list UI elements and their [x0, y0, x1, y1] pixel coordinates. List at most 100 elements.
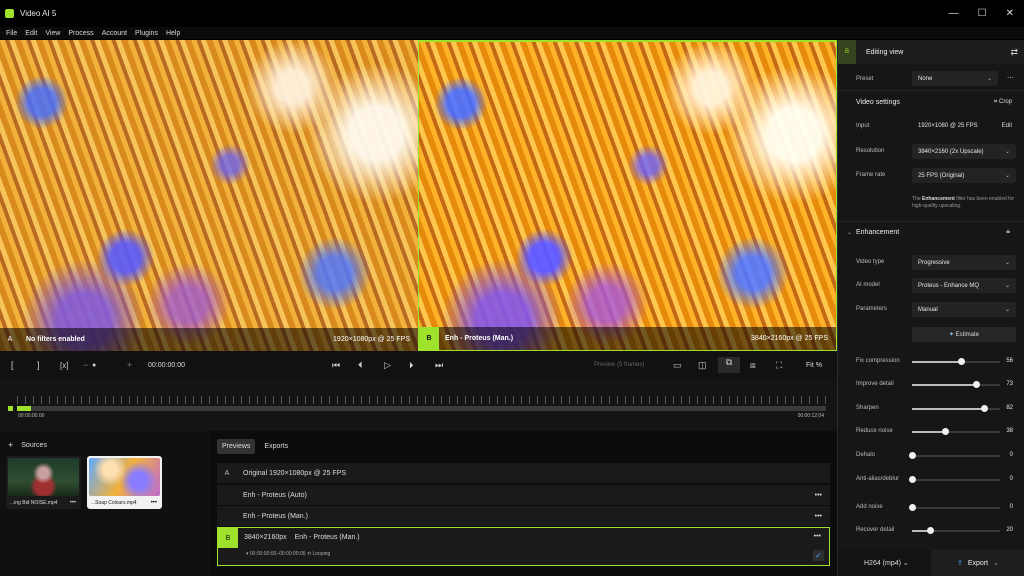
add-source-button[interactable]: +	[8, 440, 13, 450]
slider-value: 0	[1009, 476, 1013, 482]
preview-frames-select[interactable]: Preview (5 frames)	[594, 362, 644, 368]
close-icon[interactable]: ✕	[1006, 8, 1014, 19]
preview-row-selected[interactable]: B 3840×2160px Enh - Proteus (Man.) ••• ▾…	[217, 527, 830, 566]
menu-help[interactable]: Help	[166, 30, 180, 37]
preview-row-original[interactable]: A Original 1920×1080px @ 25 FPS	[217, 463, 830, 483]
mark-in-button[interactable]: [	[11, 360, 14, 370]
source-more-button[interactable]: •••	[151, 500, 157, 506]
slider-knob[interactable]	[909, 452, 916, 459]
row-more-button[interactable]: •••	[815, 492, 822, 499]
export-footer: H264 (mp4) ⌄ ⇪ Export ⌄	[838, 550, 1024, 576]
minimize-icon[interactable]: —	[949, 8, 959, 19]
source-image	[89, 458, 160, 496]
tab-previews[interactable]: Previews	[217, 439, 256, 454]
mark-out-button[interactable]: ]	[37, 360, 40, 370]
slider-track[interactable]	[909, 476, 1000, 483]
slider-knob[interactable]	[926, 527, 934, 534]
zoom-fit-select[interactable]: Fit %	[806, 362, 822, 369]
next-frame-icon[interactable]: ⏵	[409, 360, 414, 371]
parameters-select[interactable]: Manual ⌄	[912, 302, 1016, 317]
maximize-icon[interactable]: ☐	[978, 8, 987, 19]
slider-track[interactable]	[912, 381, 1000, 388]
source-thumbnail[interactable]: ...Soap Colours.mp4 •••	[87, 456, 162, 509]
slider-knob[interactable]	[973, 381, 981, 388]
slider-label: Fix compression	[856, 358, 900, 364]
codec-value: H264 (mp4)	[864, 560, 901, 567]
video-preview-area[interactable]: A No filters enabled 1920×1080px @ 25 FP…	[0, 40, 837, 351]
preset-label: Preset	[856, 76, 874, 82]
parameters-label: Parameters	[856, 306, 888, 312]
row-resolution: 3840×2160px	[244, 534, 287, 541]
preset-select[interactable]: None ⌄	[912, 71, 998, 86]
fullscreen-icon[interactable]: ⛶	[776, 360, 782, 371]
slider-track[interactable]	[912, 428, 1000, 435]
ai-model-select[interactable]: Proteus - Enhance MQ ⌄	[912, 278, 1016, 293]
source-thumbnail[interactable]: ...ing Bid NOISE.mp4 •••	[6, 456, 81, 509]
menu-process[interactable]: Process	[68, 30, 93, 37]
slider-knob[interactable]	[958, 358, 966, 365]
checkmark-icon[interactable]: ✓	[813, 550, 824, 561]
row-more-button[interactable]: •••	[814, 533, 821, 540]
slider-value: 73	[1006, 381, 1013, 387]
swap-icon[interactable]: ⇄	[1010, 47, 1018, 58]
slider-knob[interactable]	[942, 428, 950, 435]
play-icon[interactable]: ▷	[384, 360, 391, 371]
row-label: Original 1920×1080px @ 25 FPS	[243, 469, 347, 477]
zoom-in-button[interactable]: +	[127, 360, 132, 370]
preset-value: None	[918, 75, 933, 82]
menu-file[interactable]: File	[6, 30, 17, 37]
slider-knob[interactable]	[909, 476, 916, 483]
frame-rate-select[interactable]: 25 FPS (Original) ⌄	[912, 168, 1016, 183]
source-more-button[interactable]: •••	[70, 500, 76, 506]
zoom-slider-knob-icon[interactable]: ●	[92, 362, 96, 369]
clear-marks-button[interactable]: [x]	[60, 361, 68, 370]
video-type-select[interactable]: Progressive ⌄	[912, 255, 1016, 270]
slider-track[interactable]	[912, 527, 1000, 534]
ai-model-value: Proteus - Enhance MQ	[918, 282, 980, 289]
timeline-end: 00:00:12:04	[797, 413, 824, 419]
lock-icon[interactable]: 🔒︎	[1006, 228, 1010, 236]
row-range: ▾ 00:00:00:00–00:00:00:05 ⟲ Looping	[246, 551, 331, 557]
slider-label: Reduce noise	[856, 428, 893, 434]
skip-end-icon[interactable]: ⏭	[435, 360, 443, 371]
preview-enhanced[interactable]: B Enh - Proteus (Man.) 3840×2160px @ 25 …	[418, 40, 837, 351]
menu-plugins[interactable]: Plugins	[135, 30, 158, 37]
slider-label: Anti-alias/deblur	[856, 476, 900, 482]
slider-value: 82	[1006, 405, 1013, 411]
skip-start-icon[interactable]: ⏮	[332, 360, 340, 371]
preview-resolution: 3840×2160px @ 25 FPS	[751, 335, 828, 342]
slider-knob[interactable]	[981, 405, 989, 412]
preview-row[interactable]: Enh - Proteus (Auto) •••	[217, 485, 830, 505]
tab-exports[interactable]: Exports	[259, 439, 293, 454]
timeline-track[interactable]	[17, 406, 826, 411]
slider-track[interactable]	[912, 358, 1000, 365]
compare-icon[interactable]: ⧈	[750, 360, 756, 371]
single-view-icon[interactable]: ▭	[673, 360, 682, 371]
row-tag: A	[224, 469, 230, 477]
menu-account[interactable]: Account	[102, 30, 127, 37]
estimate-button[interactable]: ✦ Estimate	[912, 327, 1016, 342]
export-button[interactable]: ⇪ Export ⌄	[931, 550, 1024, 576]
edit-input-button[interactable]: Edit	[1002, 123, 1012, 129]
collapse-chevron-icon[interactable]: ⌄	[847, 229, 852, 236]
side-by-side-icon[interactable]: ⧉	[718, 357, 740, 373]
split-view-icon[interactable]: ◫	[698, 360, 707, 371]
crop-button[interactable]: ⌗ Crop	[994, 99, 1012, 106]
slider-track[interactable]	[909, 452, 1000, 459]
resolution-select[interactable]: 3840×2160 (2x Upscale) ⌄	[912, 144, 1016, 159]
timeline[interactable]: 00:00:00:00 00:00:12:04	[0, 379, 837, 431]
slider-knob[interactable]	[909, 504, 916, 511]
codec-select[interactable]: H264 (mp4) ⌄	[864, 559, 909, 567]
prev-frame-icon[interactable]: ⏴	[358, 360, 363, 371]
preview-label: Enh - Proteus (Man.)	[445, 335, 514, 342]
slider-track[interactable]	[912, 405, 1000, 412]
menu-edit[interactable]: Edit	[25, 30, 37, 37]
preview-original[interactable]: A No filters enabled 1920×1080px @ 25 FP…	[0, 40, 418, 351]
slider-track[interactable]	[909, 504, 1000, 511]
row-more-button[interactable]: •••	[815, 513, 822, 520]
zoom-out-button[interactable]: −	[83, 360, 88, 370]
menu-view[interactable]: View	[45, 30, 60, 37]
preview-row[interactable]: Enh - Proteus (Man.) •••	[217, 506, 830, 526]
slider-label: Add noise	[856, 504, 883, 510]
preset-more-icon[interactable]: ⋯	[1007, 74, 1014, 82]
